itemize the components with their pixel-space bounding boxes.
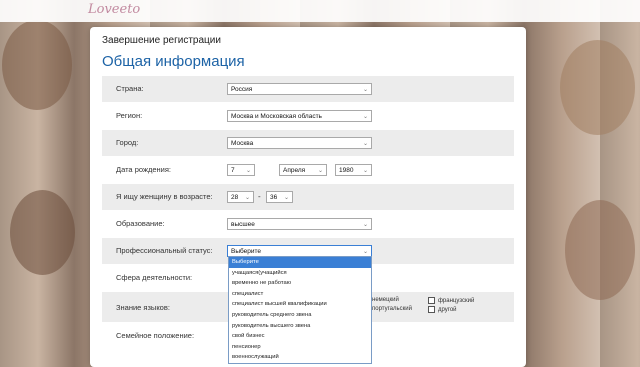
education-row: Образование: высшее ⌄ [102,211,514,237]
chevron-down-icon: ⌄ [362,87,368,93]
country-select[interactable]: Россия ⌄ [227,83,372,95]
age-from-select[interactable]: 28 ⌄ [227,191,254,203]
chevron-down-icon: ⌄ [317,168,323,174]
region-label: Регион: [116,111,143,120]
checkbox-icon[interactable] [428,297,435,304]
dropdown-option[interactable]: временно не работаю [229,278,371,289]
chevron-down-icon: ⌄ [283,195,289,201]
city-row: Город: Москва ⌄ [102,130,514,156]
birth-day-select[interactable]: 7 ⌄ [227,164,255,176]
education-select[interactable]: высшее ⌄ [227,218,372,230]
activity-label: Сфера деятельности: [116,273,193,282]
marital-label: Семейное положение: [116,331,195,340]
language-option-other[interactable]: другой [428,306,457,313]
language-german-label: немецкий [372,297,399,303]
chevron-down-icon: ⌄ [245,168,251,174]
language-french-label: французский [438,298,475,305]
dropdown-option[interactable]: военнослужащий [229,352,371,363]
checkbox-icon[interactable] [428,306,435,313]
birth-year-value: 1980 [339,167,354,174]
birth-day-value: 7 [231,167,235,174]
country-value: Россия [231,86,253,93]
region-value: Москва и Московская область [231,113,322,120]
language-portuguese-label: португальский [372,306,412,312]
chevron-down-icon: ⌄ [362,141,368,147]
language-option-portuguese[interactable]: португальский [372,306,412,312]
chevron-down-icon: ⌄ [362,114,368,120]
dropdown-option[interactable]: руководитель высшего звена [229,321,371,332]
region-select[interactable]: Москва и Московская область ⌄ [227,110,372,122]
chevron-down-icon: ⌄ [362,168,368,174]
dropdown-option[interactable]: специалист высшей квалификации [229,299,371,310]
background-face-photo [560,40,635,135]
registration-panel: Завершение регистрации Общая информация … [90,27,526,367]
background-face-photo [2,20,72,110]
education-label: Образование: [116,219,165,228]
age-to-select[interactable]: 36 ⌄ [266,191,293,203]
age-from-value: 28 [231,194,239,201]
region-row: Регион: Москва и Московская область ⌄ [102,103,514,129]
top-bar: Loveeto [0,0,640,22]
city-label: Город: [116,138,139,147]
background-face-photo [10,190,75,275]
dropdown-option[interactable]: учащаяся(учащийся [229,268,371,279]
languages-label: Знание языков: [116,303,170,312]
step-title: Завершение регистрации [102,35,221,46]
birth-month-value: Апреля [283,167,306,174]
birth-month-select[interactable]: Апреля ⌄ [279,164,327,176]
section-heading: Общая информация [102,53,245,70]
chevron-down-icon: ⌄ [244,195,250,201]
language-option-french[interactable]: французский [428,297,474,304]
dropdown-option[interactable]: Выберите [229,257,371,268]
language-option-german[interactable]: немецкий [372,297,399,303]
site-logo[interactable]: Loveeto [88,2,140,17]
dropdown-option[interactable]: пенсионер [229,342,371,353]
dropdown-option[interactable]: свой бизнес [229,331,371,342]
dropdown-option[interactable]: руководитель среднего звена [229,310,371,321]
dropdown-option[interactable]: специалист [229,289,371,300]
profession-dropdown-list[interactable]: Выберите учащаяся(учащийся временно не р… [228,256,372,364]
age-to-value: 36 [270,194,278,201]
profession-value: Выберите [231,248,262,255]
profession-label: Профессиональный статус: [116,246,213,255]
seeking-age-label: Я ищу женщину в возрасте: [116,192,213,201]
language-other-label: другой [438,307,457,314]
country-label: Страна: [116,84,144,93]
birth-year-select[interactable]: 1980 ⌄ [335,164,372,176]
chevron-down-icon: ⌄ [362,222,368,228]
age-range-dash: - [258,192,261,201]
education-value: высшее [231,221,255,228]
background-face-photo [565,200,635,300]
birth-date-row: Дата рождения: 7 ⌄ Апреля ⌄ 1980 ⌄ [102,157,514,183]
city-select[interactable]: Москва ⌄ [227,137,372,149]
birth-date-label: Дата рождения: [116,165,171,174]
seeking-age-row: Я ищу женщину в возрасте: 28 ⌄ - 36 ⌄ [102,184,514,210]
city-value: Москва [231,140,254,147]
country-row: Страна: Россия ⌄ [102,76,514,102]
